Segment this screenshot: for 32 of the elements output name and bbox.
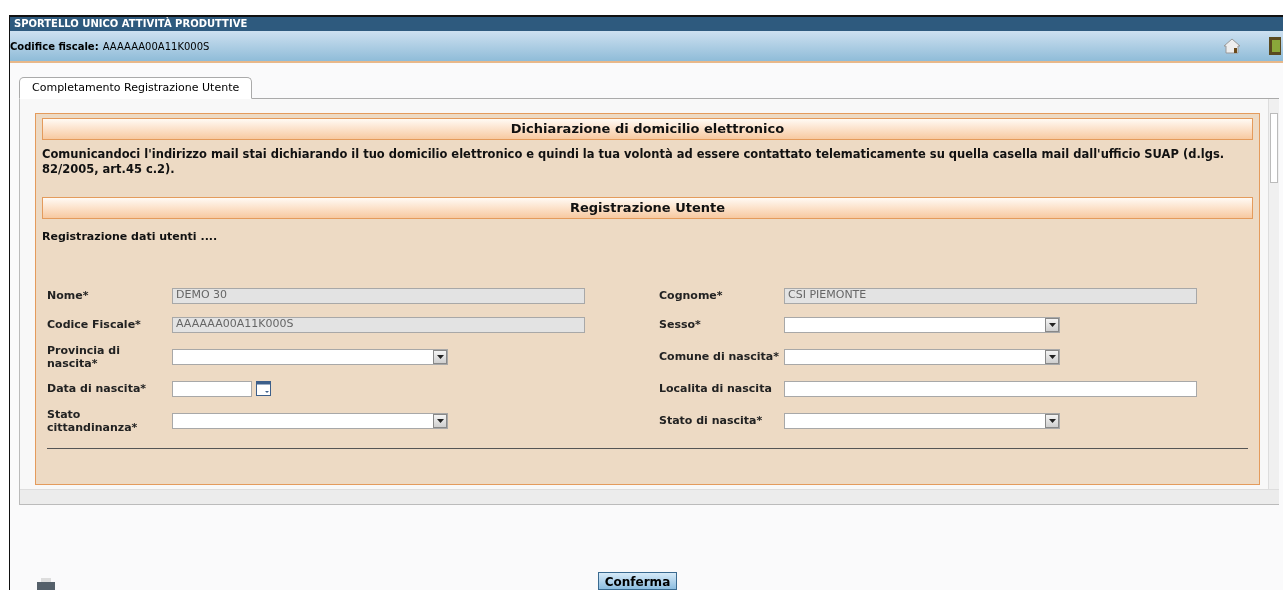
section-intro: Registrazione dati utenti .... bbox=[42, 229, 219, 245]
date-field[interactable] bbox=[172, 380, 252, 397]
field-label: Sesso* bbox=[659, 318, 702, 331]
fiscal-code-value: AAAAAA00A11K000S bbox=[102, 39, 210, 54]
field-label: Cognome* bbox=[659, 289, 724, 302]
text-field[interactable] bbox=[784, 380, 1197, 397]
printer-icon[interactable] bbox=[36, 578, 56, 590]
section-header: Registrazione Utente bbox=[42, 197, 1253, 219]
field-label: Nome* bbox=[47, 289, 90, 302]
dropdown-field[interactable] bbox=[172, 412, 448, 429]
dropdown-field[interactable] bbox=[172, 348, 448, 365]
fiscal-code-label: Codifice fiscale: bbox=[10, 39, 99, 54]
field-label: Codice Fiscale* bbox=[47, 318, 142, 331]
dropdown-field[interactable] bbox=[784, 316, 1060, 333]
notice-text: Comunicandoci l'indirizzo mail stai dichiarando il tuo domicilio elettronico e quindi la tua volontà ad essere contattato telematicamente su quella casella mail dall'ufficio SUAP (d.lgs. 82/2005, art.45 c.2). bbox=[42, 147, 1226, 177]
dropdown-field[interactable] bbox=[784, 412, 1060, 429]
home-icon[interactable] bbox=[1223, 38, 1241, 54]
calendar-icon[interactable] bbox=[256, 381, 271, 396]
tab[interactable]: Completamento Registrazione Utente bbox=[19, 77, 253, 99]
field-label: Comune di nascita* bbox=[659, 350, 781, 363]
horizontal-scrollbar[interactable] bbox=[20, 489, 1279, 504]
field-label: Stato di nascita* bbox=[659, 414, 764, 427]
vertical-scrollbar[interactable] bbox=[1268, 99, 1279, 489]
field-label: Stato cittandinanza* bbox=[47, 407, 139, 434]
field-label: Localita di nascita bbox=[659, 382, 773, 395]
exit-door-icon[interactable] bbox=[1269, 37, 1281, 55]
app-title: SPORTELLO UNICO ATTIVITÀ PRODUTTIVE bbox=[14, 19, 248, 29]
confirm-button[interactable]: Conferma bbox=[597, 572, 678, 590]
field-label: Provincia di nascita* bbox=[47, 343, 121, 370]
dropdown-field[interactable] bbox=[784, 348, 1060, 365]
field-label: Data di nascita* bbox=[47, 382, 148, 395]
section-header: Dichiarazione di domicilio elettronico bbox=[42, 118, 1253, 140]
